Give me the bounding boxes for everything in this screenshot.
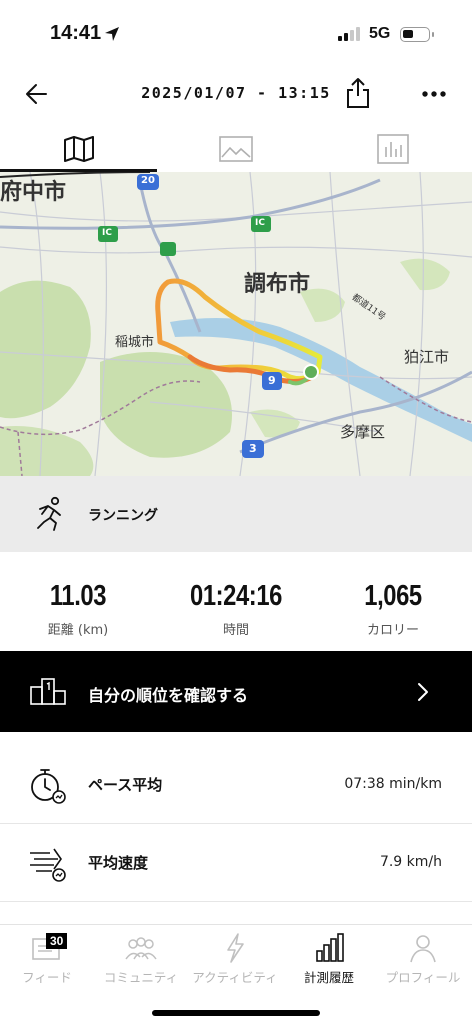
header: 2025/01/07 - 13:15 [0, 66, 472, 122]
chevron-right-icon [418, 683, 428, 701]
stopwatch-icon [31, 769, 66, 804]
speed-icon [30, 848, 66, 882]
community-icon [125, 937, 157, 960]
podium-icon [30, 678, 66, 705]
signal-icon [338, 27, 360, 41]
page-title: 2025/01/07 - 13:15 [141, 84, 331, 102]
speed-value: 7.9 km/h [379, 854, 442, 870]
route-3-shield: 3 [249, 442, 257, 455]
history-chart-icon [316, 933, 344, 962]
activity-type-label: ランニング [88, 508, 158, 524]
time-label: 時間 [222, 623, 249, 638]
tab-community[interactable]: コミュニティ [94, 929, 188, 993]
ic-label-2: IC [255, 218, 265, 228]
tab-charts[interactable] [314, 126, 471, 172]
summary-stats: 11.03 距離 (km) 01:24:16 時間 1,065 カロリー [0, 580, 472, 640]
lightning-icon [227, 933, 244, 963]
tab-profile[interactable]: プロフィール [376, 929, 470, 993]
pace-value: 07:38 min/km [344, 776, 442, 792]
battery-icon [400, 27, 434, 42]
metric-row-pace: ペース平均 07:38 min/km [0, 746, 472, 824]
chart-icon [376, 134, 409, 164]
network-type: 5G [369, 25, 391, 42]
tab-feed[interactable]: 30 フィード [0, 929, 94, 993]
time-value: 01:24:16 [190, 580, 282, 612]
map-icon [63, 136, 94, 162]
tab-activity-label: アクティビティ [192, 970, 278, 985]
map-canvas [0, 172, 472, 476]
route-9-shield: 9 [268, 374, 276, 387]
tab-activity[interactable]: アクティビティ [188, 929, 282, 993]
route-map[interactable]: 府中市 調布市 稲城市 狛江市 多摩区 都道11号 20 9 3 IC IC [0, 172, 472, 476]
pace-label: ペース平均 [88, 776, 163, 794]
tab-profile-label: プロフィール [385, 970, 461, 985]
profile-icon [410, 935, 436, 963]
more-icon[interactable] [420, 80, 448, 108]
map-label-fuchu: 府中市 [0, 180, 67, 205]
route-20-shield: 20 [141, 175, 155, 186]
share-icon[interactable] [344, 76, 372, 110]
route-start-marker [303, 364, 319, 380]
ic-label-1: IC [102, 228, 112, 238]
tab-feed-label: フィード [22, 970, 72, 985]
running-icon [37, 496, 61, 531]
calories-label: カロリー [366, 623, 419, 638]
check-ranking-button[interactable]: 自分の順位を確認する [0, 651, 472, 732]
map-label-inagi: 稲城市 [115, 335, 155, 350]
check-ranking-label: 自分の順位を確認する [88, 686, 249, 705]
tab-photos[interactable] [157, 126, 314, 172]
image-icon [218, 136, 253, 162]
distance-label: 距離 (km) [47, 623, 109, 638]
speed-label: 平均速度 [88, 854, 149, 872]
location-arrow-icon [105, 27, 119, 41]
bottom-tab-bar: 30 フィード コミュニティ アクティビティ 計測履歴 プロフィール [0, 924, 472, 1024]
stat-time: 01:24:16 時間 [166, 580, 306, 638]
distance-value: 11.03 [49, 580, 107, 612]
stat-calories: 1,065 カロリー [323, 580, 463, 638]
view-tabs [0, 126, 472, 172]
status-time: 14:41 [50, 22, 102, 44]
map-label-komae: 狛江市 [404, 348, 450, 366]
home-indicator [152, 1010, 320, 1016]
map-label-tama: 多摩区 [340, 423, 386, 441]
tab-history-label: 計測履歴 [303, 970, 354, 985]
map-label-chofu: 調布市 [244, 272, 311, 297]
tab-community-label: コミュニティ [103, 970, 179, 985]
feed-badge: 30 [46, 933, 68, 949]
stat-distance: 11.03 距離 (km) [8, 580, 148, 638]
tab-history[interactable]: 計測履歴 [282, 929, 376, 993]
activity-type-row: ランニング [0, 476, 472, 552]
status-bar: 14:41 5G [0, 0, 472, 66]
tab-map[interactable] [0, 126, 157, 172]
calories-value: 1,065 [364, 580, 422, 612]
metric-row-speed: 平均速度 7.9 km/h [0, 824, 472, 902]
